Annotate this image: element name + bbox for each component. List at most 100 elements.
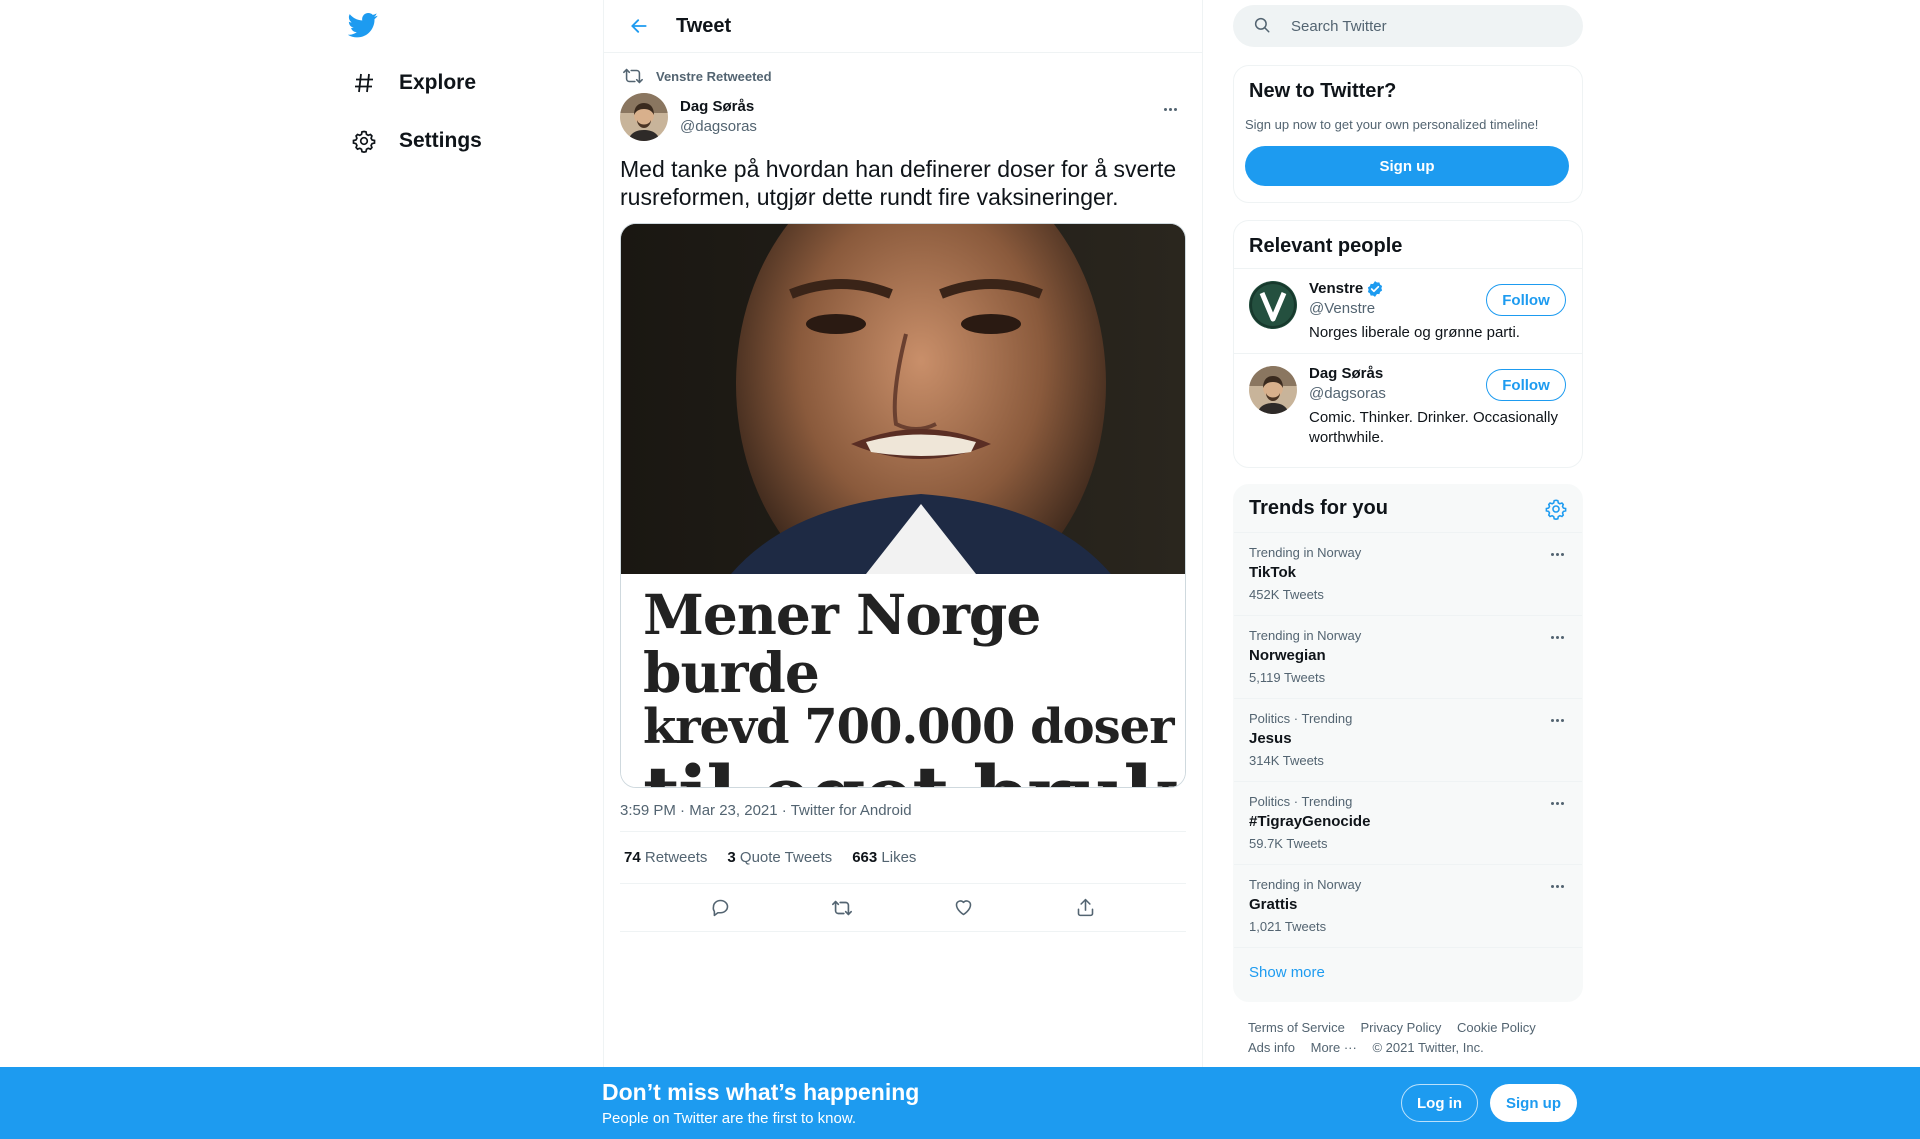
more-options-icon[interactable] <box>1551 553 1564 556</box>
bottom-bar-title: Don’t miss what’s happening <box>602 1079 920 1105</box>
headline-line-3: til eget bruk <box>643 754 1185 787</box>
trends-settings-gear-icon[interactable] <box>1545 498 1567 520</box>
more-link[interactable]: More ··· <box>1311 1040 1357 1055</box>
follow-button[interactable]: Follow <box>1486 284 1566 316</box>
follow-button[interactable]: Follow <box>1486 369 1566 401</box>
trend-item[interactable]: Politics · Trending Jesus 314K Tweets <box>1234 699 1582 782</box>
hashtag-icon <box>350 69 378 97</box>
privacy-link[interactable]: Privacy Policy <box>1360 1020 1441 1035</box>
trend-context: Politics · Trending <box>1249 794 1353 809</box>
more-options-icon[interactable] <box>1551 719 1564 722</box>
bottom-sign-up-button[interactable]: Sign up <box>1490 1084 1577 1122</box>
terms-link[interactable]: Terms of Service <box>1248 1020 1345 1035</box>
more-options-icon[interactable] <box>1551 802 1564 805</box>
author-names: Dag Sørås @dagsoras <box>680 97 757 137</box>
trend-item[interactable]: Trending in Norway Grattis 1,021 Tweets <box>1234 865 1582 948</box>
relevant-people-title: Relevant people <box>1234 221 1582 269</box>
main-column: Tweet Venstre Retweeted Dag Sørås @dagso… <box>603 0 1203 1067</box>
quotes-count: 3 <box>727 849 736 866</box>
tweet-text: Med tanke på hvordan han definerer doser… <box>620 156 1177 210</box>
trend-name: Grattis <box>1249 896 1298 913</box>
trend-item[interactable]: Trending in Norway Norwegian 5,119 Tweet… <box>1234 616 1582 699</box>
trend-count: 5,119 Tweets <box>1249 670 1326 685</box>
gear-icon <box>350 127 378 155</box>
tweet-author: Dag Sørås @dagsoras <box>620 93 1186 145</box>
likes-stat[interactable]: 663 Likes <box>852 849 916 866</box>
likes-label: Likes <box>881 849 917 866</box>
trend-name: Jesus <box>1249 730 1292 747</box>
nav-settings[interactable]: Settings <box>350 121 482 161</box>
sign-up-button[interactable]: Sign up <box>1245 146 1569 186</box>
trend-count: 1,021 Tweets <box>1249 919 1327 934</box>
back-arrow-icon[interactable] <box>624 11 654 41</box>
bottom-bar-subtitle: People on Twitter are the first to know. <box>602 1110 857 1127</box>
retweeted-by-text[interactable]: Venstre Retweeted <box>656 69 772 84</box>
image-headline: Mener Norge burde krevd 700.000 doser ti… <box>621 574 1185 787</box>
avatar[interactable] <box>1249 366 1297 414</box>
person-bio: Comic. Thinker. Drinker. Occasionally wo… <box>1309 409 1558 446</box>
quotes-label: Quote Tweets <box>739 849 833 866</box>
trend-context: Trending in Norway <box>1249 545 1362 560</box>
likes-count: 663 <box>852 849 878 866</box>
page-header: Tweet <box>604 0 1202 53</box>
trend-name: #TigrayGenocide <box>1249 813 1371 830</box>
ads-info-link[interactable]: Ads info <box>1248 1040 1295 1055</box>
portrait-photo <box>621 224 1185 614</box>
relevant-people-card: Relevant people Venstre @Venstre Norges … <box>1233 220 1583 468</box>
cookie-link[interactable]: Cookie Policy <box>1457 1020 1536 1035</box>
avatar[interactable] <box>620 93 668 141</box>
more-options-icon[interactable] <box>1158 99 1182 119</box>
search-bar[interactable] <box>1233 5 1583 47</box>
log-in-button[interactable]: Log in <box>1401 1084 1478 1122</box>
reply-icon[interactable] <box>704 891 738 925</box>
relevant-person[interactable]: Venstre @Venstre Norges liberale og grøn… <box>1234 269 1582 354</box>
person-name-text: Venstre <box>1309 280 1364 297</box>
meta-separator: · <box>680 802 690 819</box>
tweet-time[interactable]: 3:59 PM <box>620 802 676 819</box>
retweets-stat[interactable]: 74 Retweets <box>624 849 707 866</box>
author-display-name[interactable]: Dag Sørås <box>680 97 757 117</box>
search-icon <box>1253 16 1273 36</box>
nav-explore[interactable]: Explore <box>350 63 476 103</box>
more-options-icon[interactable] <box>1551 636 1564 639</box>
like-heart-icon[interactable] <box>947 891 981 925</box>
footer-links: Terms of Service Privacy Policy Cookie P… <box>1248 1018 1578 1058</box>
nav-settings-label: Settings <box>399 129 482 152</box>
more-options-icon[interactable] <box>1551 885 1564 888</box>
page-title: Tweet <box>676 14 732 37</box>
verified-badge-icon <box>1366 280 1384 298</box>
retweet-icon[interactable] <box>825 891 859 925</box>
tweet-date[interactable]: Mar 23, 2021 <box>689 802 777 819</box>
trends-title: Trends for you <box>1249 497 1388 519</box>
person-bio: Norges liberale og grønne parti. <box>1309 324 1520 341</box>
trend-count: 314K Tweets <box>1249 753 1324 768</box>
trend-context: Politics · Trending <box>1249 711 1353 726</box>
share-icon[interactable] <box>1068 891 1102 925</box>
tweet-meta: 3:59 PM · Mar 23, 2021 · Twitter for And… <box>620 802 1186 832</box>
trend-item[interactable]: Trending in Norway TikTok 452K Tweets <box>1234 533 1582 616</box>
login-prompt-bar: Don’t miss what’s happening People on Tw… <box>0 1067 1920 1139</box>
tweet-stats: 74 Retweets 3 Quote Tweets 663 Likes <box>620 832 1186 884</box>
retweets-count: 74 <box>624 849 641 866</box>
retweet-icon <box>622 65 644 87</box>
trend-count: 452K Tweets <box>1249 587 1324 602</box>
trend-context: Trending in Norway <box>1249 877 1362 892</box>
tweet-source[interactable]: Twitter for Android <box>791 802 912 819</box>
relevant-person[interactable]: Dag Sørås @dagsoras Comic. Thinker. Drin… <box>1234 354 1582 458</box>
app: Explore Settings Tweet Venstre Retweeted <box>0 0 1920 1139</box>
search-input[interactable] <box>1291 17 1551 35</box>
trend-item[interactable]: Politics · Trending #TigrayGenocide 59.7… <box>1234 782 1582 865</box>
show-more-link[interactable]: Show more <box>1234 948 1582 1000</box>
author-handle[interactable]: @dagsoras <box>680 117 757 137</box>
quote-tweets-stat[interactable]: 3 Quote Tweets <box>727 849 832 866</box>
meta-separator: · <box>781 802 791 819</box>
tweet-image[interactable]: Mener Norge burde krevd 700.000 doser ti… <box>620 223 1186 788</box>
retweet-context: Venstre Retweeted <box>620 53 1186 93</box>
twitter-logo-icon[interactable] <box>347 10 380 42</box>
new-to-twitter-subtitle: Sign up now to get your own personalized… <box>1245 117 1539 132</box>
new-to-twitter-card: New to Twitter? Sign up now to get your … <box>1233 65 1583 203</box>
new-to-twitter-title: New to Twitter? <box>1249 80 1397 102</box>
copyright: © 2021 Twitter, Inc. <box>1372 1040 1484 1055</box>
tweet: Venstre Retweeted Dag Sørås @dagsoras Me… <box>604 53 1202 932</box>
avatar[interactable] <box>1249 281 1297 329</box>
